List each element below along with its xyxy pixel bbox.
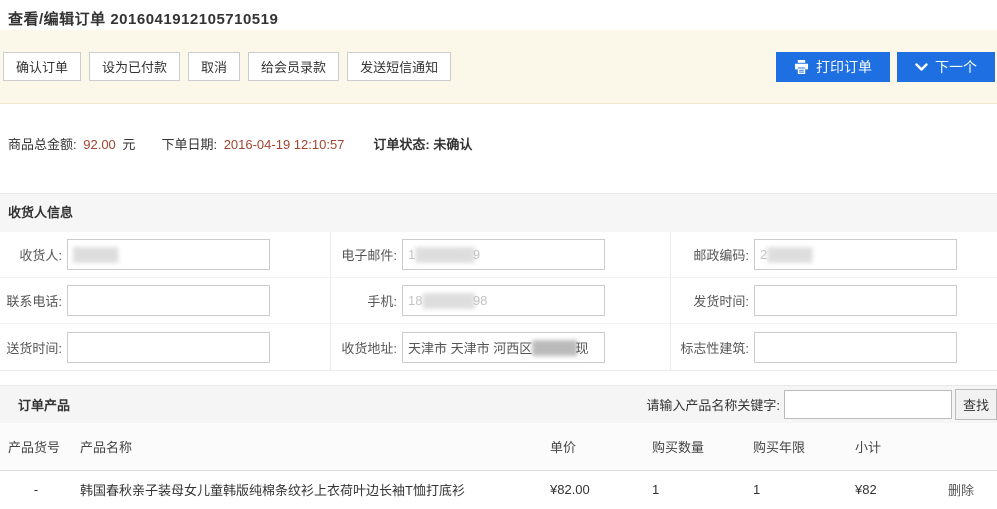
page-title: 查看/编辑订单 2016041912105710519 [8, 8, 989, 29]
phone-input[interactable] [67, 285, 270, 316]
product-sku: - [0, 470, 72, 509]
field-ship-time: 发货时间: [670, 278, 997, 324]
order-toolbar: 确认订单 设为已付款 取消 给会员录款 发送短信通知 打印订单 下一个 [0, 30, 997, 104]
order-total-unit: 元 [122, 137, 135, 152]
confirm-order-button[interactable]: 确认订单 [3, 52, 81, 81]
product-subtotal: ¥82 [845, 470, 938, 509]
col-qty: 购买数量 [642, 423, 743, 470]
email-label: 电子邮件: [331, 245, 397, 264]
products-section-header: 订单产品 请输入产品名称关键字: 查找 [0, 385, 997, 423]
consignee-label: 收货人: [0, 245, 62, 264]
printer-icon [794, 60, 809, 74]
order-status-label: 订单状态: [373, 137, 429, 152]
order-date-label: 下单日期: [161, 137, 217, 152]
chevron-down-icon [915, 63, 928, 72]
mobile-input[interactable]: 18███████98 [402, 285, 605, 316]
ship-time-label: 发货时间: [671, 291, 749, 310]
product-search-label: 请输入产品名称关键字: [646, 395, 780, 414]
product-name: 韩国春秋亲子装母女儿童韩版纯棉条纹衫上衣荷叶边长袖T恤打底衫 [72, 470, 540, 509]
consignee-section-header: 收货人信息 [0, 193, 997, 232]
title-bar: 查看/编辑订单 2016041912105710519 [0, 0, 997, 30]
order-date-value: 2016-04-19 12:10:57 [224, 137, 345, 152]
field-delivery-time: 送货时间: [0, 324, 330, 370]
landmark-input[interactable] [754, 332, 957, 363]
phone-label: 联系电话: [0, 291, 62, 310]
email-redacted-value: ████████ [415, 247, 473, 262]
col-years: 购买年限 [743, 423, 845, 470]
next-order-label: 下一个 [935, 57, 977, 77]
field-consignee: 收货人: ██████ [0, 232, 330, 278]
mobile-label: 手机: [331, 291, 397, 310]
field-email: 电子邮件: 1████████9 [330, 232, 670, 278]
field-mobile: 手机: 18███████98 [330, 278, 670, 324]
field-zipcode: 邮政编码: 2██████ [670, 232, 997, 278]
product-qty: 1 [642, 470, 743, 509]
print-order-label: 打印订单 [816, 57, 872, 77]
delete-product-link[interactable]: 删除 [948, 483, 974, 498]
order-status-value: 未确认 [433, 137, 472, 152]
set-paid-button[interactable]: 设为已付款 [89, 52, 180, 81]
col-sku: 产品货号 [0, 423, 72, 470]
field-phone: 联系电话: [0, 278, 330, 324]
next-order-button[interactable]: 下一个 [897, 52, 995, 82]
mobile-redacted-value: ███████ [422, 293, 472, 308]
products-table: 产品货号 产品名称 单价 购买数量 购买年限 小计 - 韩国春秋亲子装母女儿童韩… [0, 423, 997, 509]
product-years: 1 [743, 470, 845, 509]
mobile-value-prefix: 18 [408, 293, 422, 308]
order-summary: 商品总金额: 92.00 元 下单日期: 2016-04-19 12:10:57… [0, 104, 997, 193]
product-search-button[interactable]: 查找 [955, 389, 997, 420]
field-landmark: 标志性建筑: [670, 324, 997, 370]
cancel-button[interactable]: 取消 [188, 52, 240, 81]
order-status: 订单状态: 未确认 [373, 134, 472, 153]
landmark-label: 标志性建筑: [671, 338, 749, 357]
address-input[interactable]: 天津市 天津市 河西区██████现 [402, 332, 605, 363]
order-total-value: 92.00 [83, 137, 116, 152]
address-redacted-value: ██████ [532, 340, 575, 355]
order-total-label: 商品总金额: [8, 137, 77, 152]
zipcode-value-prefix: 2 [760, 247, 767, 262]
col-price: 单价 [540, 423, 642, 470]
delivery-time-label: 送货时间: [0, 338, 62, 357]
right-action-buttons: 打印订单 下一个 [776, 52, 995, 82]
products-table-header-row: 产品货号 产品名称 单价 购买数量 购买年限 小计 [0, 423, 997, 470]
product-price: ¥82.00 [540, 470, 642, 509]
record-payment-button[interactable]: 给会员录款 [248, 52, 339, 81]
ship-time-input[interactable] [754, 285, 957, 316]
zipcode-label: 邮政编码: [671, 245, 749, 264]
address-label: 收货地址: [331, 338, 397, 357]
order-total: 商品总金额: 92.00 元 [8, 134, 135, 153]
send-sms-button[interactable]: 发送短信通知 [347, 52, 451, 81]
zipcode-input[interactable]: 2██████ [754, 239, 957, 270]
delivery-time-input[interactable] [67, 332, 270, 363]
consignee-redacted-value: ██████ [73, 247, 116, 262]
print-order-button[interactable]: 打印订单 [776, 52, 890, 82]
address-value-suffix: 现 [576, 338, 589, 357]
address-value-prefix: 天津市 天津市 河西区 [408, 338, 532, 357]
email-input[interactable]: 1████████9 [402, 239, 605, 270]
order-date: 下单日期: 2016-04-19 12:10:57 [161, 134, 347, 153]
consignee-input[interactable]: ██████ [67, 239, 270, 270]
col-subtotal: 小计 [845, 423, 938, 470]
email-value-prefix: 1 [408, 247, 415, 262]
left-action-buttons: 确认订单 设为已付款 取消 给会员录款 发送短信通知 [3, 52, 451, 81]
zipcode-redacted-value: ██████ [767, 247, 810, 262]
products-title: 订单产品 [0, 395, 70, 414]
field-address: 收货地址: 天津市 天津市 河西区██████现 [330, 324, 670, 370]
col-name: 产品名称 [72, 423, 540, 470]
mobile-value-suffix: 98 [473, 293, 487, 308]
email-value-suffix: 9 [473, 247, 480, 262]
product-search-input[interactable] [784, 390, 952, 419]
col-actions [938, 423, 997, 470]
table-row: - 韩国春秋亲子装母女儿童韩版纯棉条纹衫上衣荷叶边长袖T恤打底衫 ¥82.00 … [0, 470, 997, 509]
consignee-form: 收货人: ██████ 电子邮件: 1████████9 邮政编码: 2████… [0, 232, 997, 371]
